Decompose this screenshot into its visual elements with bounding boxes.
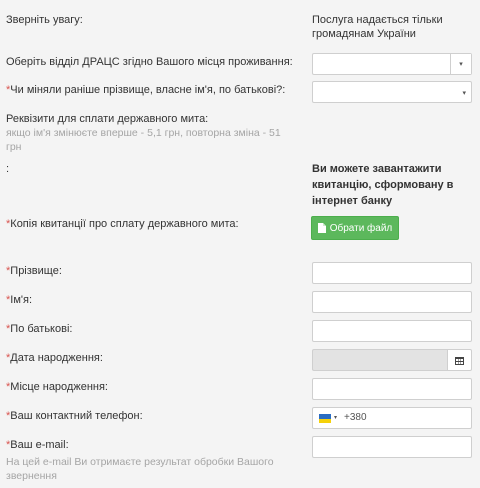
chevron-down-icon: ▾ [459,61,463,68]
name-change-select[interactable]: ▾ [312,81,472,103]
name-label-text: Ім'я: [10,294,33,306]
office-label: Оберіть відділ ДРАЦС згідно Вашого місця… [6,56,293,68]
notice-text: Послуга надається тільки громадянам Укра… [312,14,443,40]
birth-place-label-text: Місце народження: [10,381,108,393]
name-change-label-text: Чи міняли раніше прізвище, власне ім'я, … [10,84,286,96]
choose-file-button[interactable]: Обрати файл [311,216,399,240]
patronymic-input[interactable] [312,320,472,342]
email-hint: На цей e-mail Ви отримаєте результат обр… [6,456,274,482]
chevron-down-icon[interactable]: ▾ [334,414,337,421]
download-note-label: : [6,163,10,175]
requisites-label: Реквізити для сплати державного мита: [6,113,209,125]
download-note-text: Ви можете завантажити квитанцію, сформов… [312,163,454,207]
phone-input[interactable]: ▾ +380 [312,407,472,429]
phone-label-text: Ваш контактний телефон: [10,410,143,422]
email-label: *Ваш e-mail: [6,439,69,452]
birth-place-label: *Місце народження: [6,381,108,394]
email-input[interactable] [312,436,472,458]
phone-country-code: +380 [344,412,367,423]
surname-input[interactable] [312,262,472,284]
receipt-label: *Копія квитанції про сплату державного м… [6,218,239,231]
name-label: *Ім'я: [6,294,32,307]
file-icon [317,223,326,233]
patronymic-label-text: По батькові: [10,323,73,335]
email-label-text: Ваш e-mail: [10,439,69,451]
birth-date-label: *Дата народження: [6,352,103,365]
phone-label: *Ваш контактний телефон: [6,410,143,423]
calendar-icon [455,356,464,365]
office-dropdown-button[interactable]: ▾ [450,54,471,74]
birth-date-input[interactable] [312,349,448,371]
calendar-button[interactable] [447,349,472,371]
ukraine-flag-icon[interactable] [319,414,331,423]
requisites-hint: якщо ім'я змінюєте вперше - 5,1 грн, пов… [6,127,281,153]
choose-file-label: Обрати файл [329,222,393,234]
birth-date-label-text: Дата народження: [10,352,103,364]
surname-label: *Прізвище: [6,265,62,278]
office-select[interactable]: ▾ [312,53,472,75]
notice-label: Зверніть увагу: [6,14,83,26]
receipt-label-text: Копія квитанції про сплату державного ми… [10,218,239,230]
surname-label-text: Прізвище: [10,265,62,277]
name-change-label: *Чи міняли раніше прізвище, власне ім'я,… [6,84,285,97]
name-input[interactable] [312,291,472,313]
birth-place-input[interactable] [312,378,472,400]
patronymic-label: *По батькові: [6,323,72,336]
chevron-down-icon: ▾ [462,90,466,97]
